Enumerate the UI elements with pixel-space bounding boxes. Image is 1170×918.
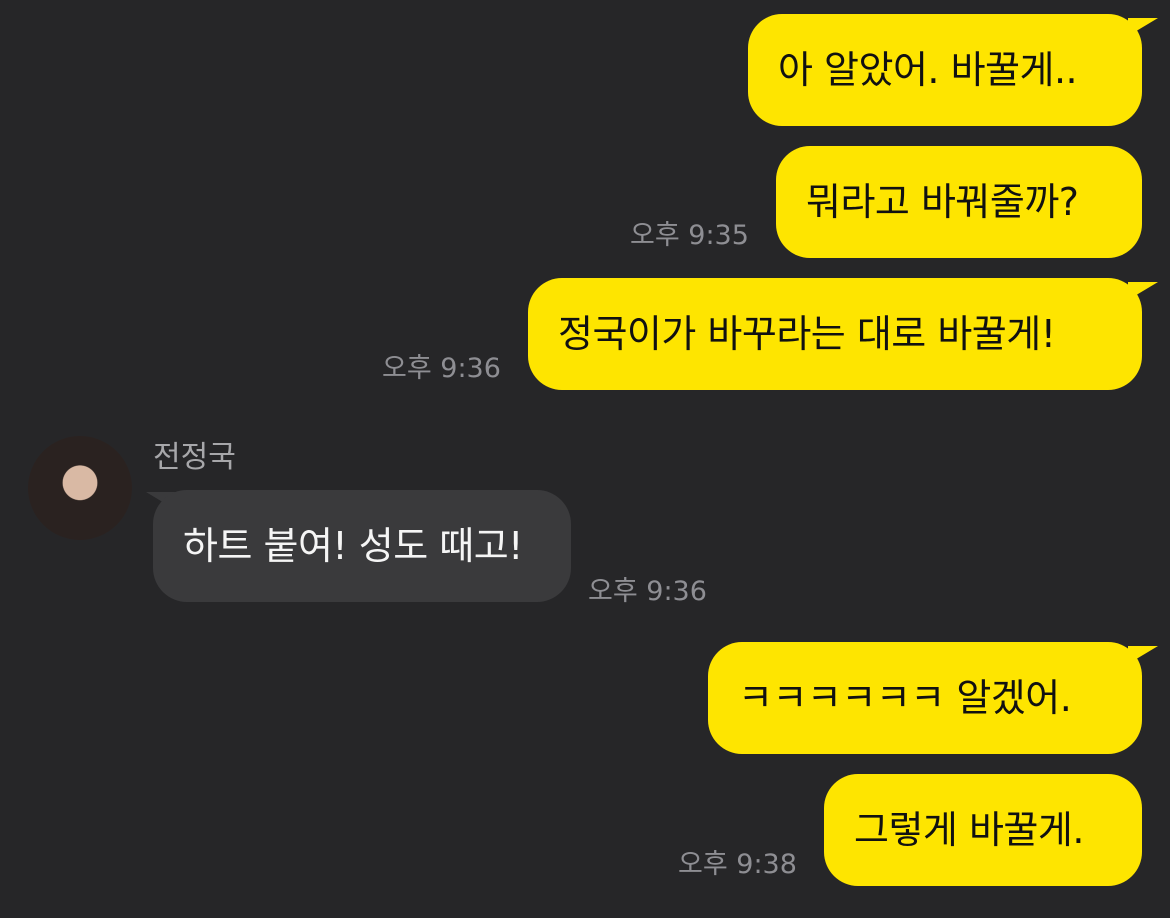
my-message-bubble[interactable]: 정국이가 바꾸라는 대로 바꿀게! bbox=[528, 278, 1142, 390]
message-text: 그렇게 바꿀게. bbox=[854, 808, 1084, 852]
bubble-tail bbox=[1128, 282, 1158, 300]
their-message-bubble[interactable]: 하트 붙여! 성도 때고! bbox=[153, 490, 571, 602]
my-message-bubble[interactable]: 그렇게 바꿀게. bbox=[824, 774, 1142, 886]
bubble-tail bbox=[1128, 18, 1158, 36]
message-text: 하트 붙여! 성도 때고! bbox=[183, 524, 523, 568]
message-timestamp: 오후 9:36 bbox=[588, 576, 707, 607]
message-text: 아 알았어. 바꿀게.. bbox=[778, 48, 1078, 92]
bubble-tail bbox=[1128, 646, 1158, 664]
message-text: ㅋㅋㅋㅋㅋㅋ 알겠어. bbox=[738, 676, 1072, 720]
my-message-bubble[interactable]: 아 알았어. 바꿀게.. bbox=[748, 14, 1142, 126]
message-text: 정국이가 바꾸라는 대로 바꿀게! bbox=[558, 312, 1056, 356]
my-message-bubble[interactable]: ㅋㅋㅋㅋㅋㅋ 알겠어. bbox=[708, 642, 1142, 754]
contact-name: 전정국 bbox=[153, 440, 236, 475]
my-message-bubble[interactable]: 뭐라고 바꿔줄까? bbox=[776, 146, 1142, 258]
message-text: 뭐라고 바꿔줄까? bbox=[806, 180, 1079, 224]
message-timestamp: 오후 9:35 bbox=[630, 220, 749, 251]
message-timestamp: 오후 9:36 bbox=[382, 353, 501, 384]
chat-window: 아 알았어. 바꿀게.. 뭐라고 바꿔줄까? 오후 9:35 정국이가 바꾸라는… bbox=[0, 0, 1170, 918]
message-timestamp: 오후 9:38 bbox=[678, 849, 797, 880]
contact-avatar[interactable] bbox=[28, 436, 132, 540]
